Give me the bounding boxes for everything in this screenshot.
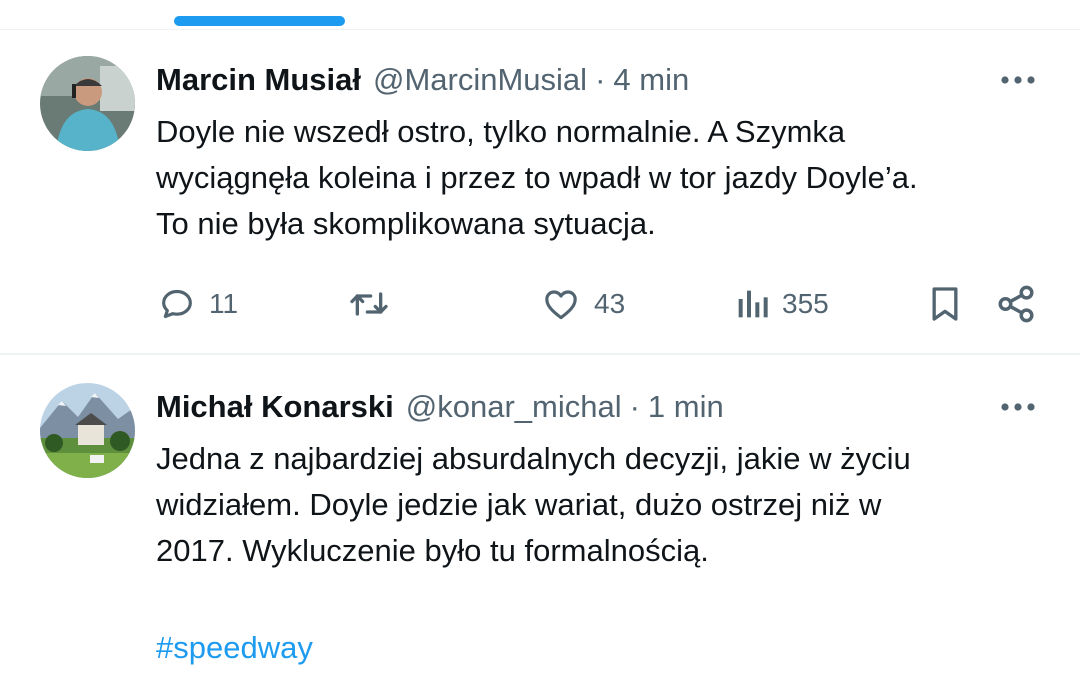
- tweet-2[interactable]: Michał Konarski @konar_michal · 1 min Je…: [0, 355, 1080, 680]
- like-count: 43: [594, 288, 626, 319]
- views-count: 355: [782, 288, 829, 319]
- reply-button[interactable]: 11: [157, 280, 238, 328]
- tweet-text-line: Jedna z najbardziej absurdalnych decyzji…: [156, 441, 911, 476]
- retweet-icon: [350, 292, 388, 316]
- avatar-photo-icon: [40, 383, 135, 478]
- avatar-photo-icon: [40, 56, 135, 151]
- tweet-text: Doyle nie wszedł ostro, tylko normalnie.…: [156, 109, 1056, 247]
- timestamp[interactable]: 1 min: [648, 389, 724, 425]
- retweet-button[interactable]: [347, 280, 403, 328]
- tweet-text-line: To nie była skomplikowana sytuacja.: [156, 206, 656, 241]
- tweet-header: Michał Konarski @konar_michal · 1 min: [156, 385, 724, 429]
- tweet-text-line: 2017. Wykluczenie było tu formalnością.: [156, 533, 709, 568]
- more-icon: [1001, 76, 1035, 84]
- hashtag-link[interactable]: #speedway: [156, 625, 313, 671]
- tweet-text-line: Doyle nie wszedł ostro, tylko normalnie.…: [156, 114, 846, 149]
- like-button[interactable]: 43: [540, 280, 625, 328]
- author-name[interactable]: Marcin Musiał: [156, 62, 361, 98]
- views-button[interactable]: 355: [734, 280, 829, 328]
- author-handle[interactable]: @MarcinMusial: [373, 62, 587, 98]
- reply-count: 11: [209, 288, 239, 319]
- reply-icon: [162, 289, 192, 319]
- avatar[interactable]: [40, 383, 135, 478]
- bookmark-button[interactable]: [925, 280, 965, 328]
- avatar[interactable]: [40, 56, 135, 151]
- like-icon: [545, 290, 577, 320]
- views-icon: [738, 290, 768, 318]
- tweet-actions: 11 43 355: [0, 280, 1080, 328]
- tweet-text-line: wyciągnęła koleina i przez to wpadł w to…: [156, 160, 918, 195]
- more-icon: [1001, 403, 1035, 411]
- tweet-text-line: widziałem. Doyle jedzie jak wariat, dużo…: [156, 487, 882, 522]
- author-name[interactable]: Michał Konarski: [156, 389, 394, 425]
- timestamp[interactable]: 4 min: [613, 62, 689, 98]
- share-icon: [998, 285, 1034, 323]
- tweet-text: Jedna z najbardziej absurdalnych decyzji…: [156, 436, 1056, 574]
- bookmark-icon: [932, 287, 958, 321]
- share-button[interactable]: [995, 280, 1037, 328]
- active-tab-indicator: [174, 16, 345, 26]
- author-handle[interactable]: @konar_michal: [406, 389, 622, 425]
- timeline: Marcin Musiał @MarcinMusial · 4 min Doyl…: [0, 0, 1080, 680]
- separator-dot: ·: [595, 62, 606, 97]
- more-button[interactable]: [996, 58, 1040, 102]
- tweet-header: Marcin Musiał @MarcinMusial · 4 min: [156, 58, 689, 102]
- more-button[interactable]: [996, 385, 1040, 429]
- separator-dot: ·: [629, 389, 640, 424]
- tweet-1[interactable]: Marcin Musiał @MarcinMusial · 4 min Doyl…: [0, 30, 1080, 353]
